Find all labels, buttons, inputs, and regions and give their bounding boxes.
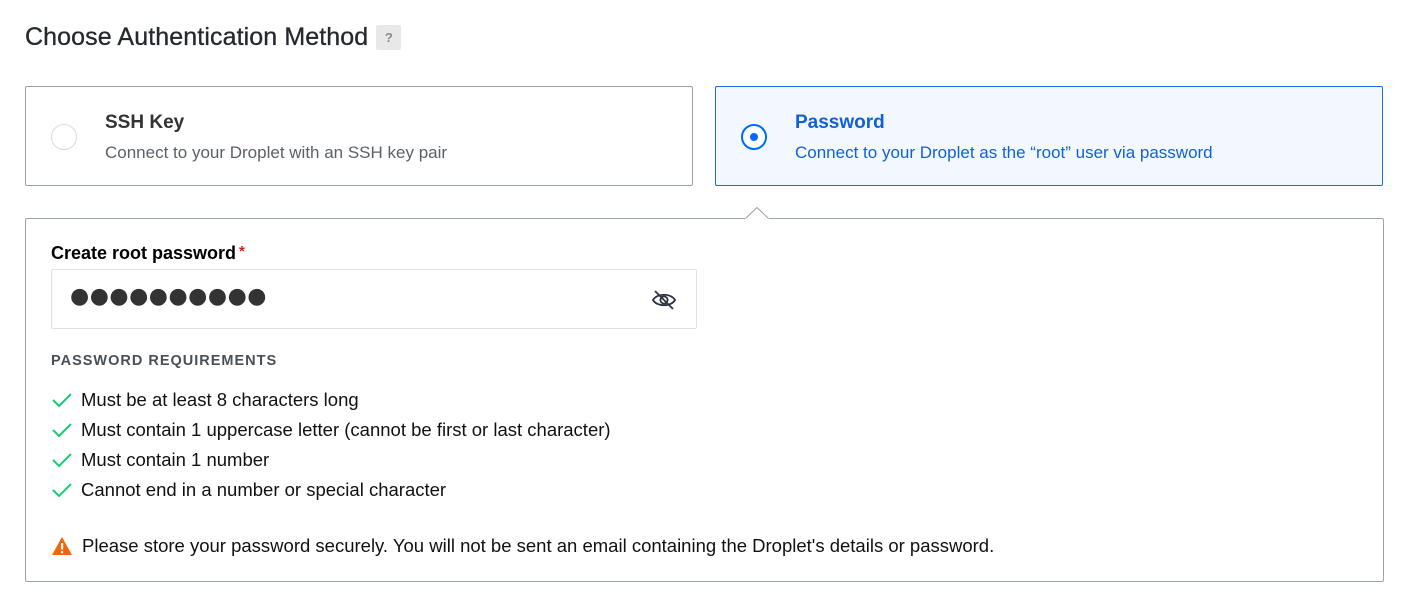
- auth-option-password[interactable]: Password Connect to your Droplet as the …: [715, 86, 1383, 186]
- password-warning: Please store your password securely. You…: [51, 535, 994, 557]
- check-icon: [52, 453, 72, 468]
- eye-slash-icon[interactable]: [651, 288, 677, 312]
- password-description: Connect to your Droplet as the “root” us…: [795, 143, 1213, 162]
- requirement-text: Must contain 1 number: [81, 449, 270, 470]
- auth-option-ssh-key[interactable]: SSH Key Connect to your Droplet with an …: [25, 86, 693, 186]
- password-title: Password: [795, 112, 885, 133]
- password-panel: Create root password * ●●●●●●●●●● PASSWOR…: [25, 218, 1384, 582]
- password-field-label: Create root password *: [51, 243, 245, 264]
- requirements-heading: PASSWORD REQUIREMENTS: [51, 353, 278, 369]
- warning-icon: [52, 537, 72, 555]
- requirement-text: Must contain 1 uppercase letter (cannot …: [81, 419, 611, 440]
- ssh-key-description: Connect to your Droplet with an SSH key …: [105, 143, 448, 162]
- password-masked-value[interactable]: ●●●●●●●●●●: [70, 284, 267, 309]
- requirement-text: Must be at least 8 characters long: [81, 389, 359, 410]
- warning-text: Please store your password securely. You…: [82, 535, 995, 556]
- requirement-item: Must contain 1 number: [51, 445, 611, 475]
- ssh-key-title: SSH Key: [105, 112, 185, 133]
- requirement-text: Cannot end in a number or special charac…: [81, 479, 447, 500]
- password-label-text: Create root password: [51, 243, 237, 263]
- password-radio[interactable]: [741, 124, 767, 150]
- required-mark: *: [239, 243, 245, 260]
- check-icon: [52, 393, 72, 408]
- requirement-item: Must be at least 8 characters long: [51, 385, 611, 415]
- requirement-item: Cannot end in a number or special charac…: [51, 475, 611, 505]
- help-icon[interactable]: ?: [376, 24, 402, 50]
- ssh-key-radio[interactable]: [51, 124, 77, 150]
- section-header: Choose Authentication Method ?: [25, 20, 402, 54]
- check-icon: [52, 423, 72, 438]
- requirement-item: Must contain 1 uppercase letter (cannot …: [51, 415, 611, 445]
- check-icon: [52, 483, 72, 498]
- requirements-list: Must be at least 8 characters long Must …: [51, 385, 611, 505]
- root-password-input[interactable]: ●●●●●●●●●●: [51, 269, 697, 329]
- section-title: Choose Authentication Method: [25, 22, 369, 51]
